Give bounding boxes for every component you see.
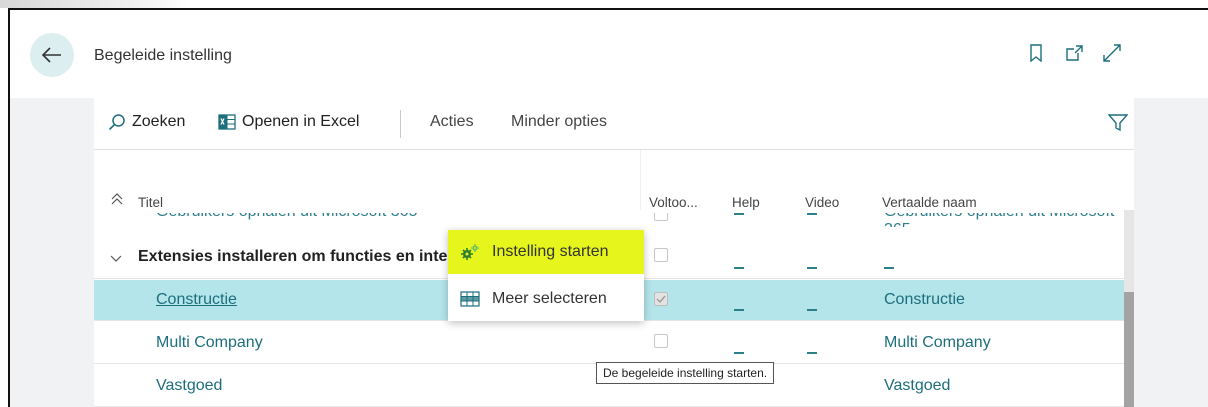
header-actions	[1026, 43, 1122, 63]
open-in-excel-button[interactable]: Openen in Excel	[218, 113, 359, 131]
open-new-window-icon	[1066, 45, 1083, 61]
column-header-help[interactable]: Help	[732, 195, 760, 210]
open-new-window-button[interactable]	[1064, 43, 1084, 63]
row-help-dash[interactable]	[734, 309, 744, 311]
row-translated-name: Vastgoed	[884, 377, 951, 394]
start-setup-menu-item[interactable]: Instelling starten	[448, 230, 644, 274]
row-video-dash[interactable]	[807, 309, 817, 311]
column-divider	[640, 150, 641, 210]
bookmark-icon	[1030, 44, 1042, 62]
less-options-button[interactable]: Minder opties	[511, 113, 607, 131]
row-context-menu: Instelling starten Meer selecteren	[448, 230, 644, 321]
row-video-dash[interactable]	[807, 352, 817, 354]
checkmark-icon	[656, 295, 666, 304]
gears-icon	[461, 244, 479, 260]
row-translated-name: Constructie	[884, 291, 965, 308]
select-more-menu-item[interactable]: Meer selecteren	[448, 277, 644, 321]
back-button[interactable]	[30, 33, 74, 77]
row-completed-checkbox	[654, 334, 668, 348]
chevron-down-icon[interactable]	[110, 255, 122, 263]
scrollbar-thumb[interactable]	[1124, 292, 1134, 407]
filter-button[interactable]	[1107, 114, 1129, 137]
table-row[interactable]: Multi Company Multi Company	[94, 322, 1134, 364]
row-help-dash[interactable]	[734, 352, 744, 354]
column-header-translated-name[interactable]: Vertaalde naam	[882, 195, 977, 210]
ghost-row-translated: Gebruikers ophalen uit Microsoft 365	[884, 213, 1134, 227]
double-chevron-up-icon	[111, 193, 123, 205]
partially-scrolled-row: Gebruikers ophalen uit Microsoft 365 Geb…	[94, 213, 1134, 227]
collapse-all-button[interactable]	[110, 192, 124, 209]
group-help-dash[interactable]	[734, 267, 744, 269]
column-header-video[interactable]: Video	[805, 195, 839, 210]
expand-button[interactable]	[1102, 43, 1122, 63]
window-top-gradient	[0, 0, 190, 8]
group-video-dash[interactable]	[807, 267, 817, 269]
row-completed-checkbox	[654, 292, 668, 306]
actions-menu-button[interactable]: Acties	[430, 113, 474, 131]
action-separator	[400, 110, 401, 138]
select-more-icon	[460, 291, 480, 307]
excel-label: Openen in Excel	[242, 113, 360, 130]
arrow-left-icon	[42, 47, 61, 63]
ghost-row-help-dash	[734, 213, 744, 215]
page-title: Begeleide instelling	[94, 47, 232, 64]
action-bar: Zoeken Openen in Excel Acties Minder opt…	[94, 98, 1134, 150]
group-completed-checkbox	[654, 248, 668, 262]
search-icon	[108, 114, 125, 131]
vertical-scrollbar[interactable]	[1124, 210, 1134, 407]
expand-icon	[1103, 44, 1121, 62]
page-header: Begeleide instelling	[10, 10, 1208, 98]
ghost-row-checkbox	[654, 213, 668, 221]
excel-icon	[218, 114, 236, 130]
tooltip: De begeleide instelling starten.	[596, 362, 775, 384]
filter-icon	[1107, 114, 1129, 132]
page-frame: Begeleide instelling Zoeken Openen in Ex…	[8, 8, 1208, 407]
search-label: Zoeken	[132, 113, 186, 130]
ghost-row-title: Gebruikers ophalen uit Microsoft 365	[156, 213, 417, 221]
row-translated-name: Multi Company	[884, 334, 991, 351]
ghost-row-video-dash	[807, 213, 817, 215]
bookmark-button[interactable]	[1026, 43, 1046, 63]
select-more-label: Meer selecteren	[492, 290, 607, 307]
row-title-link[interactable]: Vastgoed	[156, 377, 222, 395]
group-translated-dash	[884, 267, 894, 269]
column-header-title[interactable]: Titel	[138, 195, 163, 210]
row-title-link[interactable]: Multi Company	[156, 334, 263, 352]
search-button[interactable]: Zoeken	[108, 113, 185, 131]
column-header-completed[interactable]: Voltoo...	[649, 195, 698, 210]
row-title-link[interactable]: Constructie	[156, 291, 237, 309]
start-setup-label: Instelling starten	[492, 243, 609, 260]
